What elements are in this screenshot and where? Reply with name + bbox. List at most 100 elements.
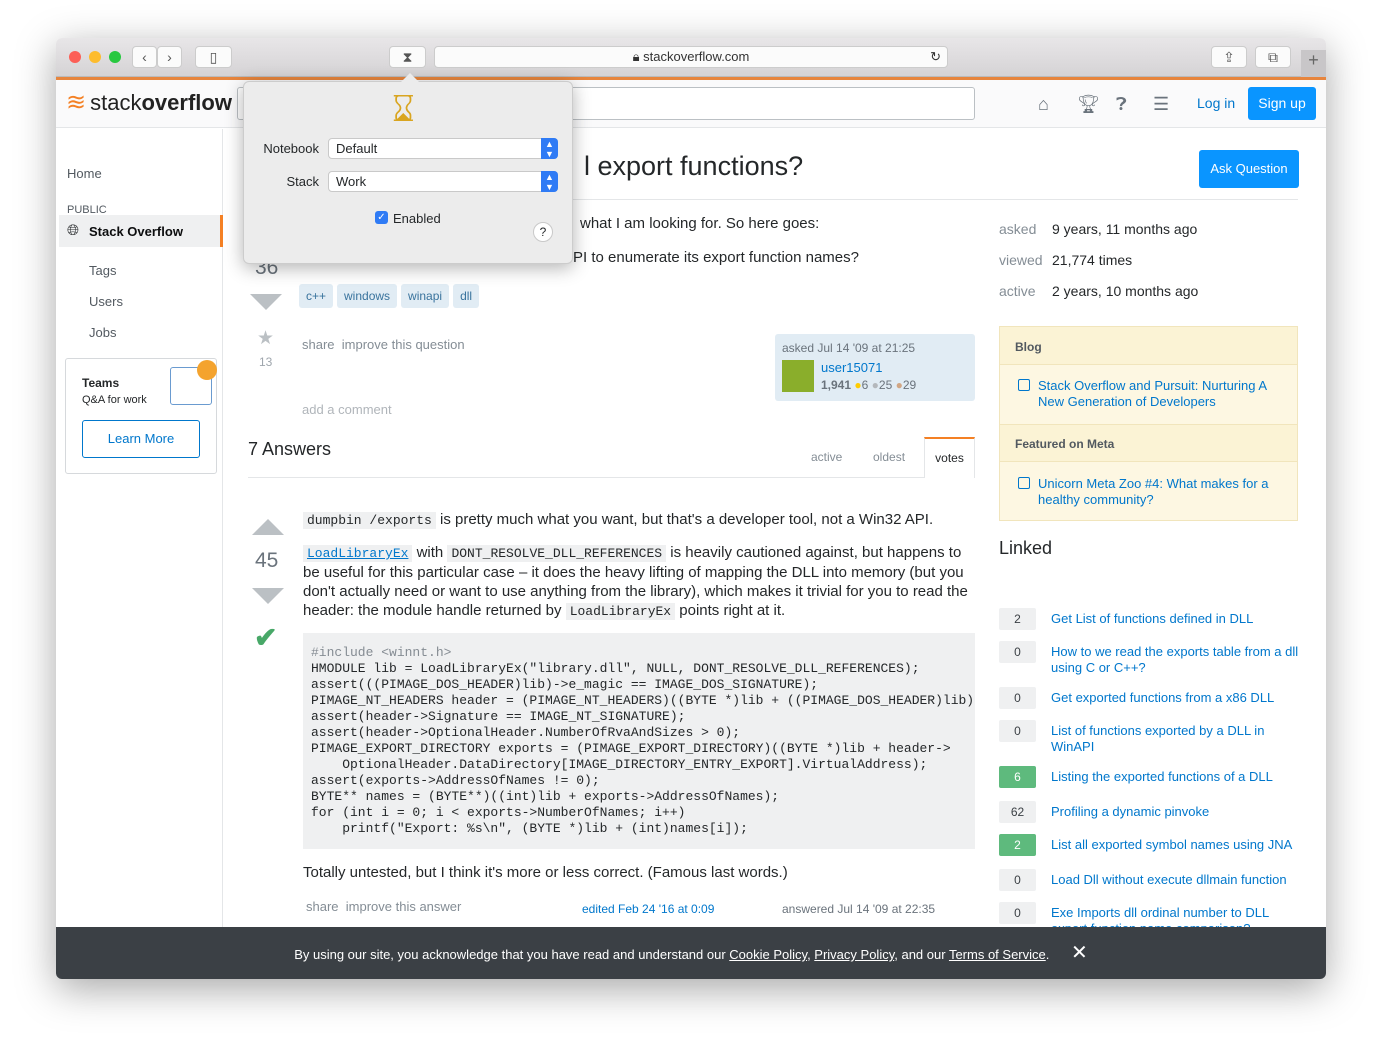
enabled-checkbox[interactable]: ✓ xyxy=(375,211,388,224)
tag-winapi[interactable]: winapi xyxy=(401,284,450,308)
nav-tags[interactable]: Tags xyxy=(89,263,116,278)
linked-title-link[interactable]: Load Dll without execute dllmain functio… xyxy=(1051,869,1301,891)
url-text: stackoverflow.com xyxy=(643,49,750,64)
linked-title-link[interactable]: Profiling a dynamic pinvoke xyxy=(1051,801,1301,823)
linked-title-link[interactable]: Get exported functions from a x86 DLL xyxy=(1051,687,1301,709)
sidebar-toggle-icon[interactable]: ▯ xyxy=(195,46,232,68)
help-icon[interactable]: ❓︎ xyxy=(1116,94,1127,115)
learn-more-button[interactable]: Learn More xyxy=(82,420,200,458)
loadlibraryex-link[interactable]: LoadLibraryEx xyxy=(303,545,413,562)
user-name-link[interactable]: user15071 xyxy=(821,360,882,375)
linked-title-link[interactable]: List all exported symbol names using JNA xyxy=(1051,834,1301,856)
accepted-checkmark-icon: ✔ xyxy=(254,622,278,653)
nav-users[interactable]: Users xyxy=(89,294,123,309)
active-value: 2 years, 10 months ago xyxy=(1052,283,1199,299)
answer-vote-count: 45 xyxy=(255,549,279,572)
site-switcher-icon[interactable]: ☰ xyxy=(1153,94,1169,115)
linked-title-link[interactable]: Listing the exported functions of a DLL xyxy=(1051,766,1301,788)
nav-stackoverflow[interactable]: 🌐︎ Stack Overflow xyxy=(59,215,223,247)
help-button[interactable]: ? xyxy=(533,222,553,242)
answer-share-link[interactable]: share xyxy=(306,899,339,914)
nav-stackoverflow-label: Stack Overflow xyxy=(89,224,183,239)
tag-windows[interactable]: windows xyxy=(337,284,398,308)
new-tab-button[interactable]: + xyxy=(1301,50,1326,77)
minimize-window-button[interactable] xyxy=(89,51,101,63)
globe-icon: 🌐︎ xyxy=(67,222,80,239)
privacy-policy-link[interactable]: Privacy Policy xyxy=(814,947,894,962)
logo-text-bold: overflow xyxy=(141,89,232,115)
improve-question-link[interactable]: improve this question xyxy=(342,337,465,352)
meta-item-link[interactable]: Unicorn Meta Zoo #4: What makes for a he… xyxy=(1038,476,1283,508)
linked-item[interactable]: 0 Get exported functions from a x86 DLL xyxy=(999,687,1301,709)
tab-active[interactable]: active xyxy=(811,450,842,464)
zoom-window-button[interactable] xyxy=(109,51,121,63)
inline-code: DONT_RESOLVE_DLL_REFERENCES xyxy=(447,545,667,562)
meta-post-icon xyxy=(1018,477,1030,489)
viewed-value: 21,774 times xyxy=(1052,252,1133,268)
cookie-text: , and our xyxy=(894,947,949,962)
answer-downvote-icon[interactable] xyxy=(252,588,284,604)
notebook-select[interactable]: Default ▲ ▼ xyxy=(328,138,558,159)
cookie-policy-link[interactable]: Cookie Policy xyxy=(729,947,807,962)
nav-home[interactable]: Home xyxy=(67,166,102,181)
login-link[interactable]: Log in xyxy=(1197,95,1235,111)
linked-item[interactable]: 62 Profiling a dynamic pinvoke xyxy=(999,801,1301,823)
linked-item[interactable]: 0 List of functions exported by a DLL in … xyxy=(999,720,1301,755)
logo-text: stack xyxy=(90,89,142,115)
answers-count: 7 Answers xyxy=(248,439,332,459)
tag-c[interactable]: c++ xyxy=(299,284,334,308)
linked-item[interactable]: 2 List all exported symbol names using JN… xyxy=(999,834,1301,856)
linked-title-link[interactable]: List of functions exported by a DLL in W… xyxy=(1051,720,1301,755)
favorite-star-icon[interactable]: ★ xyxy=(257,327,274,350)
improve-answer-link[interactable]: improve this answer xyxy=(346,899,462,914)
cookie-banner: By using our site, you acknowledge that … xyxy=(56,927,1326,979)
stack-select[interactable]: Work ▲ ▼ xyxy=(328,171,558,192)
upvote-icon[interactable] xyxy=(252,519,284,535)
code-line: assert(header->Signature == IMAGE_NT_SIG… xyxy=(311,709,686,724)
ask-question-button[interactable]: Ask Question xyxy=(1199,150,1299,188)
linked-score: 62 xyxy=(999,801,1036,823)
asked-value: 9 years, 11 months ago xyxy=(1052,221,1198,237)
tabs-overview-icon[interactable]: ⧉ xyxy=(1255,46,1291,68)
signup-button[interactable]: Sign up xyxy=(1248,87,1316,120)
trophy-icon[interactable]: 🏆︎ xyxy=(1077,94,1100,115)
enabled-label: Enabled xyxy=(393,211,441,226)
blog-item-link[interactable]: Stack Overflow and Pursuit: Nurturing A … xyxy=(1038,378,1283,410)
stack-label: Stack xyxy=(286,174,319,189)
inbox-icon[interactable]: ⌂ xyxy=(1038,94,1049,115)
site-logo[interactable]: ≋ stackoverflow xyxy=(66,88,232,117)
select-arrows-icon: ▲ ▼ xyxy=(541,138,558,159)
bronze-badges: 29 xyxy=(902,378,917,392)
tag-dll[interactable]: dll xyxy=(453,284,480,308)
linked-item[interactable]: 6 Listing the exported functions of a DLL xyxy=(999,766,1301,788)
extension-popup: ⌛︎ Notebook Default ▲ ▼ Stack Work ▲ ▼ ✓ Ena… xyxy=(243,81,573,264)
code-line: printf("Export: %s\n", (BYTE *)lib + (in… xyxy=(311,821,748,836)
user-avatar[interactable] xyxy=(782,360,814,392)
tab-oldest[interactable]: oldest xyxy=(873,450,905,464)
linked-item[interactable]: 0 Load Dll without execute dllmain functi… xyxy=(999,869,1301,891)
add-comment-link[interactable]: add a comment xyxy=(302,402,392,417)
asked-label: asked xyxy=(999,221,1037,237)
linked-title-link[interactable]: How to we read the exports table from a … xyxy=(1051,641,1301,676)
forward-button[interactable]: › xyxy=(157,46,182,68)
linked-item[interactable]: 0 How to we read the exports table from a… xyxy=(999,641,1301,676)
back-button[interactable]: ‹ xyxy=(132,46,157,68)
edited-link[interactable]: edited Feb 24 '16 at 0:09 xyxy=(582,902,714,916)
close-icon[interactable]: ✕ xyxy=(1071,942,1088,964)
linked-title-link[interactable]: Get List of functions defined in DLL xyxy=(1051,608,1301,630)
share-link[interactable]: share xyxy=(302,337,335,352)
browser-window: ‹ › ▯ ⧗ 🔒︎ stackoverflow.com ↻ ⇪ ⧉ + ≋ sta… xyxy=(56,38,1326,979)
address-bar[interactable]: 🔒︎ stackoverflow.com ↻ xyxy=(434,46,948,68)
nav-jobs[interactable]: Jobs xyxy=(89,325,116,340)
downvote-icon[interactable] xyxy=(250,294,282,310)
tab-votes[interactable]: votes xyxy=(924,437,975,478)
linked-score: 0 xyxy=(999,720,1036,742)
linked-item[interactable]: 2 Get List of functions defined in DLL xyxy=(999,608,1301,630)
terms-link[interactable]: Terms of Service xyxy=(949,947,1046,962)
share-icon[interactable]: ⇪ xyxy=(1211,46,1247,68)
close-window-button[interactable] xyxy=(69,51,81,63)
cookie-text: . xyxy=(1045,947,1050,962)
hourglass-extension-icon[interactable]: ⧗ xyxy=(389,46,426,68)
reload-icon[interactable]: ↻ xyxy=(930,47,941,67)
teams-subtitle: Q&A for work xyxy=(82,394,147,406)
